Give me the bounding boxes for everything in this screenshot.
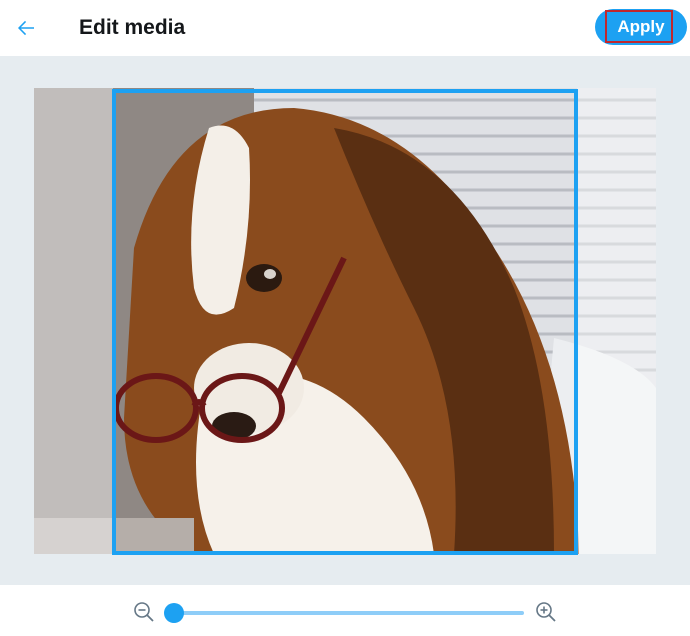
zoom-slider-track[interactable] (174, 611, 524, 615)
apply-button-label: Apply (617, 17, 665, 36)
zoom-in-icon (536, 602, 556, 622)
zoom-controls (0, 585, 690, 636)
crop-dim-right (577, 88, 656, 554)
media-image[interactable] (34, 88, 656, 554)
zoom-out-icon (134, 602, 154, 622)
dialog-header: Edit media Apply (0, 0, 690, 57)
media-editor (0, 57, 690, 585)
dog-eye (246, 264, 282, 292)
dialog-title: Edit media (79, 16, 186, 39)
crop-dim-left (34, 88, 113, 554)
zoom-out-button[interactable] (133, 601, 155, 623)
apply-button[interactable]: Apply (595, 9, 687, 45)
zoom-in-button[interactable] (535, 601, 557, 623)
dog-photo (34, 88, 656, 554)
edit-media-dialog: Edit media Apply (0, 0, 690, 636)
back-button[interactable] (6, 8, 46, 48)
arrow-left-icon (18, 20, 34, 36)
zoom-slider-thumb[interactable] (164, 603, 184, 623)
dog-eye-shine (264, 269, 276, 279)
